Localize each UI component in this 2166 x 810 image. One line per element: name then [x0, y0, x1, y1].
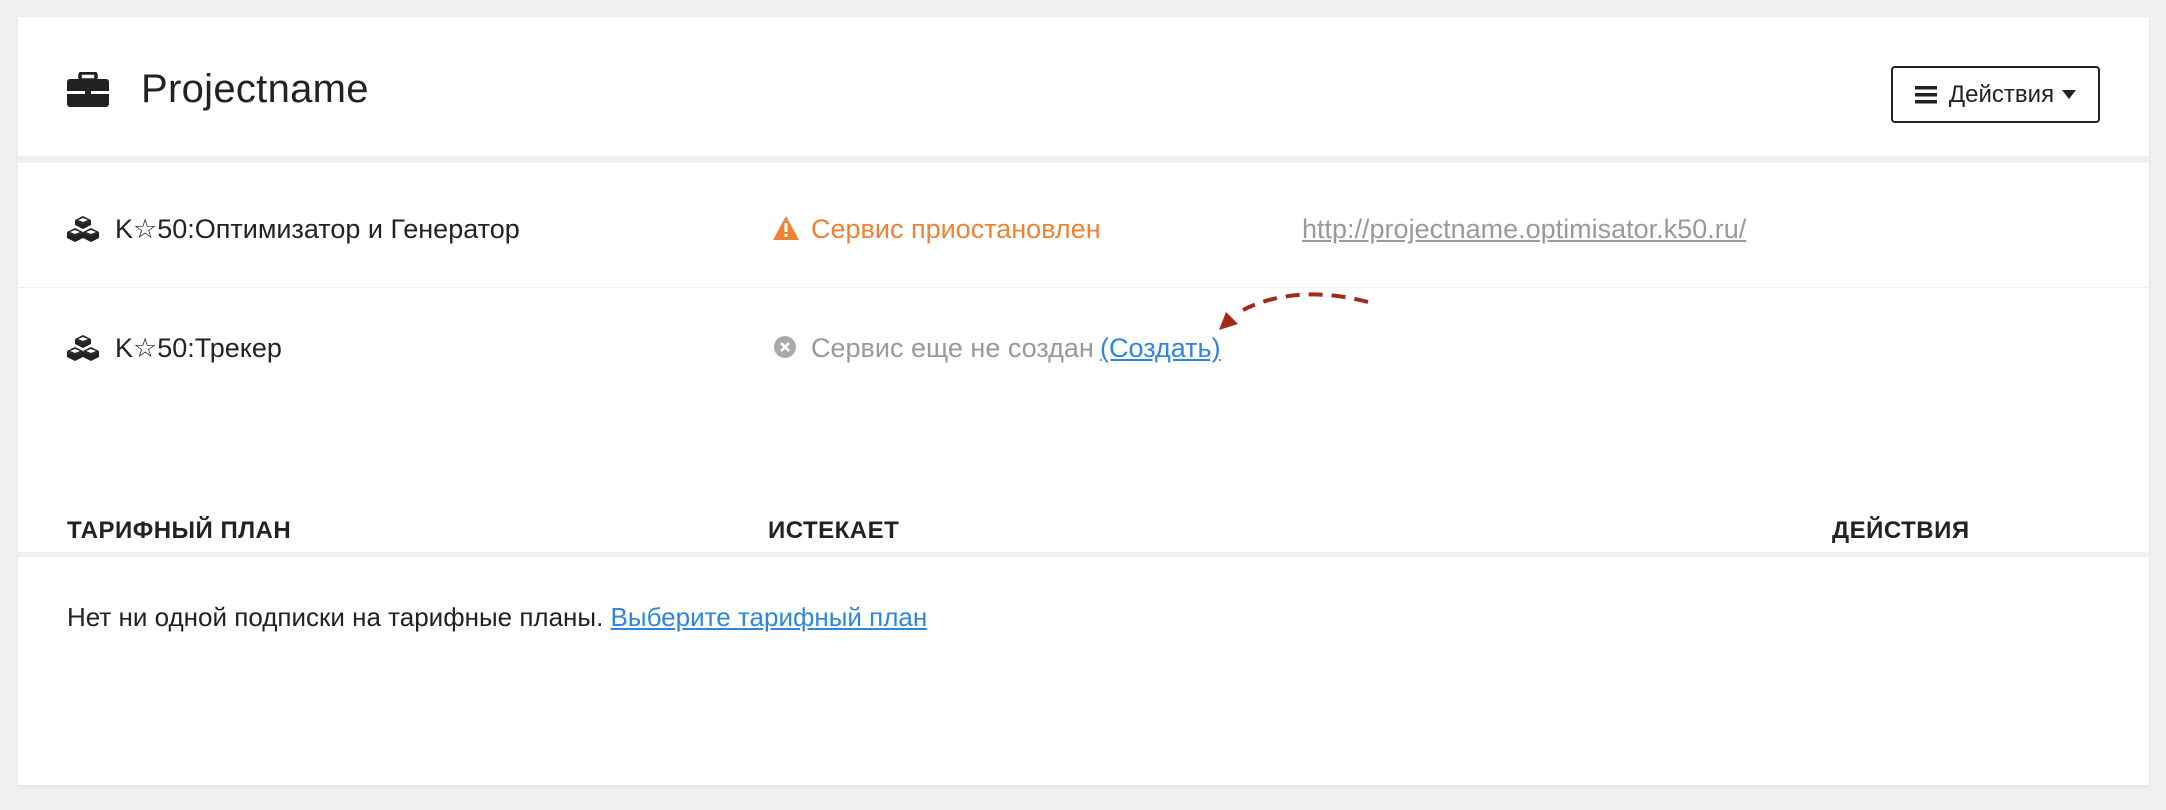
bars-icon [1914, 85, 1937, 103]
times-circle-icon [774, 336, 796, 358]
service-status: Сервис приостановлен [811, 214, 1101, 244]
actions-dropdown-button[interactable]: Действия [1891, 66, 2100, 123]
project-header: Projectname Действия [18, 17, 2149, 163]
service-name: K☆50:Трекер [115, 333, 282, 363]
warning-icon [773, 216, 799, 240]
service-row: K☆50:Трекер Сервис еще не создан (Создат… [18, 289, 2149, 407]
annotation-arrow [1219, 292, 1369, 330]
caret-down-icon [2062, 90, 2077, 99]
cubes-icon [67, 335, 99, 361]
service-row: K☆50:Оптимизатор и Генератор Сервис прио… [18, 170, 2149, 288]
plans-table-header: ТАРИФНЫЙ ПЛАН ИСТЕКАЕТ ДЕЙСТВИЯ [18, 497, 2149, 557]
briefcase-icon [67, 72, 109, 107]
empty-plans-message: Нет ни одной подписки на тарифные планы.… [67, 602, 927, 633]
service-name: K☆50:Оптимизатор и Генератор [115, 214, 520, 244]
cubes-icon [67, 216, 99, 242]
project-card: Projectname Действия K☆50:Оптимизатор и … [18, 17, 2149, 785]
column-header-actions: ДЕЙСТВИЯ [1832, 517, 1970, 544]
service-status: Сервис еще не создан [811, 333, 1094, 363]
page-title: Projectname [141, 67, 369, 111]
choose-plan-link[interactable]: Выберите тарифный план [611, 602, 928, 632]
service-url-link[interactable]: http://projectname.optimisator.k50.ru/ [1302, 214, 1746, 245]
empty-plans-text: Нет ни одной подписки на тарифные планы. [67, 602, 604, 632]
column-header-expires: ИСТЕКАЕТ [768, 517, 900, 544]
actions-button-label: Действия [1948, 80, 2055, 108]
column-header-plan: ТАРИФНЫЙ ПЛАН [67, 517, 292, 544]
